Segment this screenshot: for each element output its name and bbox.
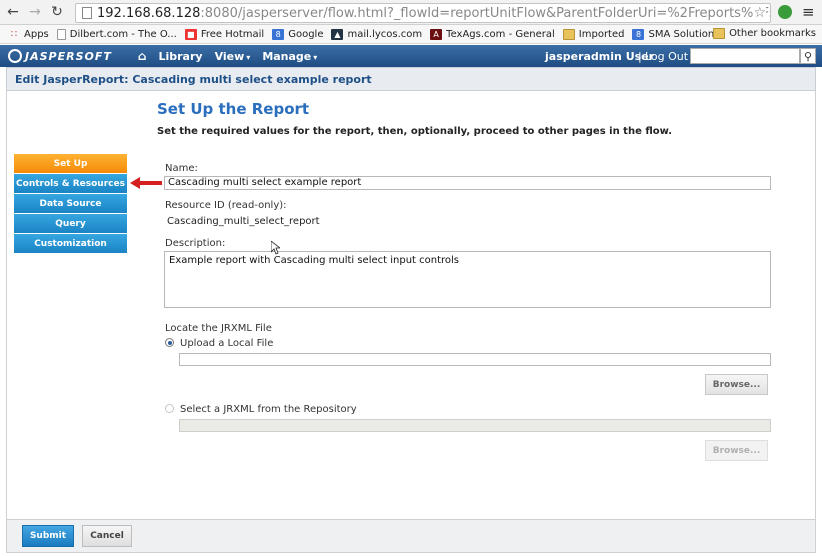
extension-icon[interactable] — [778, 5, 792, 19]
folder-icon — [713, 28, 726, 39]
section-subheading: Set the required values for the report, … — [157, 126, 673, 137]
bookmark-hotmail[interactable]: ■ Free Hotmail — [184, 28, 265, 40]
nav-library[interactable]: Library — [158, 50, 202, 63]
header-separator: | — [638, 50, 642, 63]
bookmark-sma[interactable]: 8 SMA Solutions — [632, 28, 720, 40]
upload-file-input[interactable] — [179, 353, 771, 366]
bookmark-label: Free Hotmail — [200, 28, 265, 40]
bookmark-label: SMA Solutions — [648, 28, 720, 40]
browse-button[interactable]: Browse... — [705, 374, 768, 395]
flow-item-data-source[interactable]: Data Source — [14, 194, 127, 214]
other-bookmarks[interactable]: Other bookmarks — [713, 28, 816, 39]
page-icon — [56, 28, 66, 40]
bookmark-label: Google — [288, 28, 324, 40]
apps-icon: ∷ — [10, 28, 18, 40]
flow-item-set-up[interactable]: Set Up — [14, 154, 127, 174]
logo-text: JASPERSOFT — [25, 49, 112, 63]
url-text: 192.168.68.128:8080/jasperserver/flow.ht… — [97, 5, 770, 21]
nav-manage[interactable]: Manage — [262, 50, 317, 63]
resource-id-label: Resource ID (read-only): — [165, 200, 287, 211]
back-icon[interactable]: ← — [4, 3, 22, 21]
submit-button[interactable]: Submit — [22, 525, 74, 547]
page-title-bar: Edit JasperReport: Cascading multi selec… — [6, 67, 816, 91]
description-textarea[interactable]: Example report with Cascading multi sele… — [164, 251, 771, 308]
section-heading: Set Up the Report — [157, 100, 310, 118]
locate-jrxml-label: Locate the JRXML File — [165, 323, 272, 334]
bookmark-google[interactable]: 8 Google — [272, 28, 324, 40]
hotmail-icon: ■ — [184, 28, 197, 40]
bookmark-label: TexAgs.com - General — [446, 28, 555, 40]
bookmark-texags[interactable]: A TexAgs.com - General — [430, 28, 555, 40]
google-icon: 8 — [272, 28, 285, 40]
search-icon[interactable]: ⚲ — [800, 48, 816, 64]
select-repo-label: Select a JRXML from the Repository — [180, 404, 357, 415]
bookmark-star-icon[interactable]: ☆ — [753, 5, 766, 21]
bookmark-label: Apps — [24, 28, 49, 40]
url-path: :8080/jasperserver/flow.html?_flowId=rep… — [200, 5, 770, 21]
name-input[interactable]: Cascading multi select example report — [164, 176, 771, 190]
page-title: Edit JasperReport: Cascading multi selec… — [15, 72, 372, 86]
cancel-button[interactable]: Cancel — [82, 525, 132, 547]
bookmark-apps[interactable]: ∷ Apps — [8, 29, 49, 40]
texags-icon: A — [430, 28, 443, 40]
upload-local-label: Upload a Local File — [180, 338, 274, 349]
bookmark-label: mail.lycos.com — [347, 28, 423, 40]
flow-item-customization[interactable]: Customization — [14, 234, 127, 254]
flow-item-controls-resources[interactable]: Controls & Resources — [14, 174, 127, 194]
page-icon — [82, 7, 92, 19]
red-arrow-icon — [130, 177, 162, 189]
lycos-icon: ▲ — [331, 28, 344, 40]
url-host: 192.168.68.128 — [97, 5, 201, 21]
nav-view[interactable]: View — [215, 50, 251, 63]
other-bookmarks-label: Other bookmarks — [729, 28, 816, 39]
reload-icon[interactable]: ↻ — [48, 3, 66, 21]
flow-nav: Set Up Controls & Resources Data Source … — [14, 154, 127, 254]
bookmark-dilbert[interactable]: Dilbert.com - The O... — [56, 28, 177, 40]
search-input[interactable] — [690, 48, 800, 64]
app-header: JASPERSOFT ⌂ Library View Manage jaspera… — [0, 45, 822, 67]
forward-icon[interactable]: → — [26, 3, 44, 21]
browser-toolbar: ← → ↻ 192.168.68.128:8080/jasperserver/f… — [0, 0, 822, 25]
bookmarks-bar: ∷ Apps Dilbert.com - The O... ■ Free Hotma… — [0, 25, 822, 44]
repo-path-input — [179, 419, 771, 432]
logo-icon — [8, 49, 22, 63]
home-icon[interactable]: ⌂ — [138, 49, 147, 63]
select-repo-radio[interactable] — [165, 404, 174, 413]
browse-repo-button: Browse... — [705, 440, 768, 461]
folder-icon — [562, 28, 575, 40]
google-icon: 8 — [632, 28, 645, 40]
menu-icon[interactable]: ≡ — [802, 3, 815, 21]
mouse-cursor-icon — [271, 241, 280, 255]
bookmark-label: Imported — [578, 28, 625, 40]
flow-item-query[interactable]: Query — [14, 214, 127, 234]
bookmark-imported[interactable]: Imported — [562, 28, 625, 40]
resource-id-value: Cascading_multi_select_report — [167, 216, 320, 227]
name-label: Name: — [165, 163, 198, 174]
logout-link[interactable]: Log Out — [645, 50, 688, 63]
address-bar[interactable]: 192.168.68.128:8080/jasperserver/flow.ht… — [75, 3, 771, 23]
bookmark-lycos[interactable]: ▲ mail.lycos.com — [331, 28, 423, 40]
jaspersoft-logo[interactable]: JASPERSOFT — [8, 49, 112, 63]
upload-local-radio[interactable] — [165, 338, 174, 347]
bookmark-label: Dilbert.com - The O... — [69, 28, 177, 40]
description-label: Description: — [165, 238, 226, 249]
